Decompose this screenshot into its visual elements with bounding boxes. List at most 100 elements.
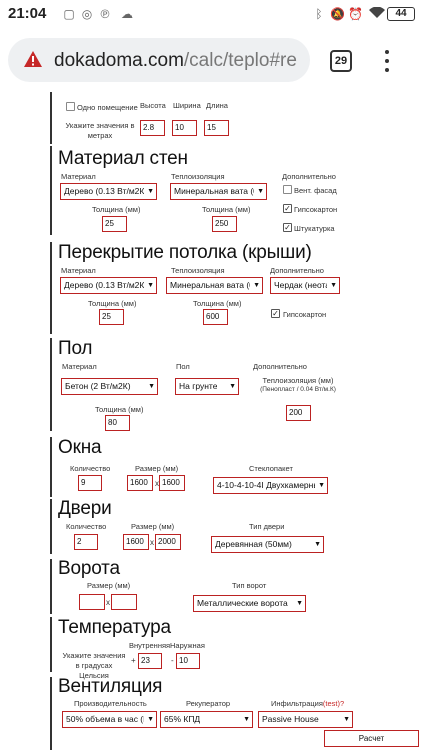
ventilation-title: Вентиляция bbox=[58, 676, 163, 697]
ventilation-perf-label: Производительность bbox=[74, 699, 147, 708]
floor-insulation-label: Теплоизоляция (мм) bbox=[262, 376, 334, 385]
mute-icon: 🔕 bbox=[330, 7, 345, 21]
width-input[interactable]: 10 bbox=[172, 120, 197, 136]
walls-thickness-label: Толщина (мм) bbox=[92, 205, 141, 214]
gates-title: Ворота bbox=[58, 558, 120, 579]
calculate-button[interactable]: Расчет bbox=[324, 730, 419, 747]
length-label: Длина bbox=[206, 101, 228, 110]
gates-type-select[interactable]: Металлические ворота ▼ bbox=[193, 595, 306, 612]
infiltration-test-link[interactable]: (test)? bbox=[323, 699, 344, 708]
ventilation-infil-label: Инфильтрация(test)? bbox=[271, 699, 345, 708]
ceiling-material-select[interactable]: Дерево (0.13 Вт/м2К) ▼ bbox=[60, 277, 157, 294]
single-room-checkbox[interactable] bbox=[66, 102, 75, 111]
walls-insulation-select[interactable]: Минеральная вата (0.04)▼ bbox=[170, 183, 267, 200]
status-time: 21:04 bbox=[8, 5, 47, 22]
floor-thickness-label: Толщина (мм) bbox=[95, 405, 144, 414]
page-content: Одно помещение Высота Ширина Длина Укажи… bbox=[0, 92, 421, 750]
floor-material-label: Материал bbox=[62, 362, 97, 371]
temperature-minus-sign: - bbox=[171, 656, 174, 665]
windows-count-input[interactable]: 9 bbox=[78, 475, 102, 491]
ceiling-extra-select[interactable]: Чердак (неотапливаемый)▼ bbox=[270, 277, 340, 294]
url-text[interactable]: dokadoma.com/calc/teplo#re bbox=[54, 50, 297, 72]
height-label: Высота bbox=[140, 101, 166, 110]
url-domain: dokadoma.com bbox=[54, 50, 184, 71]
walls-extra-label: Дополнительно bbox=[282, 172, 336, 181]
status-bar: 21:04 ▢ ◎ ℗ ☁ ᛒ 🔕 ⏰ 44 bbox=[0, 0, 421, 30]
walls-material-select[interactable]: Дерево (0.13 Вт/м2К) ▼ bbox=[60, 183, 157, 200]
floor-insulation-hint: (Пенопласт / 0.04 Вт/м.К) bbox=[260, 386, 336, 393]
address-bar[interactable]: dokadoma.com/calc/teplo#re bbox=[8, 38, 310, 82]
walls-insulation-thickness-label: Толщина (мм) bbox=[202, 205, 251, 214]
doors-type-select[interactable]: Деревянная (50мм) ▼ bbox=[211, 536, 324, 553]
tab-switcher-button[interactable]: 29 bbox=[330, 50, 352, 72]
wifi-icon bbox=[368, 6, 386, 21]
ceiling-title: Перекрытие потолка (крыши) bbox=[58, 242, 312, 263]
walls-thickness-input[interactable]: 25 bbox=[102, 216, 127, 232]
ceiling-thickness-label: Толщина (мм) bbox=[88, 299, 137, 308]
floor-material-select[interactable]: Бетон (2 Вт/м2К) ▼ bbox=[61, 378, 158, 395]
windows-size-label: Размер (мм) bbox=[135, 464, 179, 473]
walls-material-label: Материал bbox=[61, 172, 96, 181]
ventilation-infil-select[interactable]: Passive House ▼ bbox=[258, 711, 353, 728]
ceiling-material-label: Материал bbox=[61, 266, 96, 275]
room-hint: Укажите значения в метрах bbox=[65, 121, 135, 140]
walls-insulation-thickness-input[interactable]: 250 bbox=[212, 216, 237, 232]
windows-glass-label: Стеклопакет bbox=[249, 464, 293, 473]
ceiling-insulation-thickness-label: Толщина (мм) bbox=[193, 299, 242, 308]
doors-count-label: Количество bbox=[66, 522, 107, 531]
doors-height-input[interactable]: 2000 bbox=[155, 534, 181, 550]
doors-count-input[interactable]: 2 bbox=[74, 534, 98, 550]
bluetooth-icon: ᛒ bbox=[315, 7, 323, 21]
doors-width-input[interactable]: 1600 bbox=[123, 534, 149, 550]
cloud-icon: ☁ bbox=[121, 7, 133, 21]
windows-glass-select[interactable]: 4-10-4-10-4I Двухкамерный ▼ bbox=[213, 477, 328, 494]
browser-menu-button[interactable] bbox=[380, 48, 394, 74]
ceiling-drywall-label: Гипсокартон bbox=[283, 310, 327, 319]
windows-width-input[interactable]: 1600 bbox=[127, 475, 153, 491]
floor-type-label: Пол bbox=[176, 362, 190, 371]
windows-count-label: Количество bbox=[70, 464, 111, 473]
pinterest-icon: ℗ bbox=[100, 7, 110, 21]
doors-size-label: Размер (мм) bbox=[131, 522, 175, 531]
ceiling-insulation-label: Теплоизоляция bbox=[171, 266, 225, 275]
windows-title: Окна bbox=[58, 437, 102, 458]
vent-facade-label: Вент. фасад bbox=[294, 186, 337, 195]
temperature-inside-input[interactable]: 23 bbox=[138, 653, 162, 669]
message-icon: ▢ bbox=[63, 7, 75, 21]
temperature-outside-input[interactable]: 10 bbox=[176, 653, 200, 669]
plaster-checkbox[interactable]: ✓ bbox=[283, 223, 292, 232]
floor-extra-label: Дополнительно bbox=[253, 362, 307, 371]
gates-width-input[interactable] bbox=[79, 594, 105, 610]
gates-type-label: Тип ворот bbox=[232, 581, 267, 590]
ceiling-drywall-checkbox[interactable]: ✓ bbox=[271, 309, 280, 318]
temperature-outside-label: Наружная bbox=[170, 641, 205, 650]
ceiling-insulation-select[interactable]: Минеральная вата (0.04)▼ bbox=[166, 277, 263, 294]
temperature-title: Температура bbox=[58, 617, 171, 638]
alarm-icon: ⏰ bbox=[348, 7, 363, 21]
walls-title: Материал стен bbox=[58, 148, 188, 169]
length-input[interactable]: 15 bbox=[204, 120, 229, 136]
temperature-plus-sign: + bbox=[131, 656, 136, 665]
floor-thickness-input[interactable]: 80 bbox=[105, 415, 130, 431]
ceiling-extra-label: Дополнительно bbox=[270, 266, 324, 275]
floor-type-select[interactable]: На грунте ▼ bbox=[175, 378, 239, 395]
ceiling-insulation-thickness-input[interactable]: 600 bbox=[203, 309, 228, 325]
vent-facade-checkbox[interactable] bbox=[283, 185, 292, 194]
ventilation-recup-label: Рекуператор bbox=[186, 699, 231, 708]
gates-size-separator: x bbox=[106, 598, 110, 607]
walls-insulation-label: Теплоизоляция bbox=[171, 172, 225, 181]
plaster-label: Штукатурка bbox=[294, 224, 335, 233]
width-label: Ширина bbox=[173, 101, 201, 110]
ventilation-recup-select[interactable]: 65% КПД ▼ bbox=[160, 711, 253, 728]
height-input[interactable]: 2.8 bbox=[140, 120, 165, 136]
doors-size-separator: x bbox=[150, 538, 154, 547]
floor-insulation-input[interactable]: 200 bbox=[286, 405, 311, 421]
gates-height-input[interactable] bbox=[111, 594, 137, 610]
viber-icon: ◎ bbox=[81, 7, 93, 21]
windows-height-input[interactable]: 1600 bbox=[159, 475, 185, 491]
ceiling-thickness-input[interactable]: 25 bbox=[99, 309, 124, 325]
warning-icon[interactable] bbox=[24, 51, 42, 72]
walls-drywall-checkbox[interactable]: ✓ bbox=[283, 204, 292, 213]
browser-toolbar: dokadoma.com/calc/teplo#re 29 bbox=[0, 30, 421, 92]
ventilation-perf-select[interactable]: 50% объема в час (Рекомендуемое)▼ bbox=[62, 711, 157, 728]
